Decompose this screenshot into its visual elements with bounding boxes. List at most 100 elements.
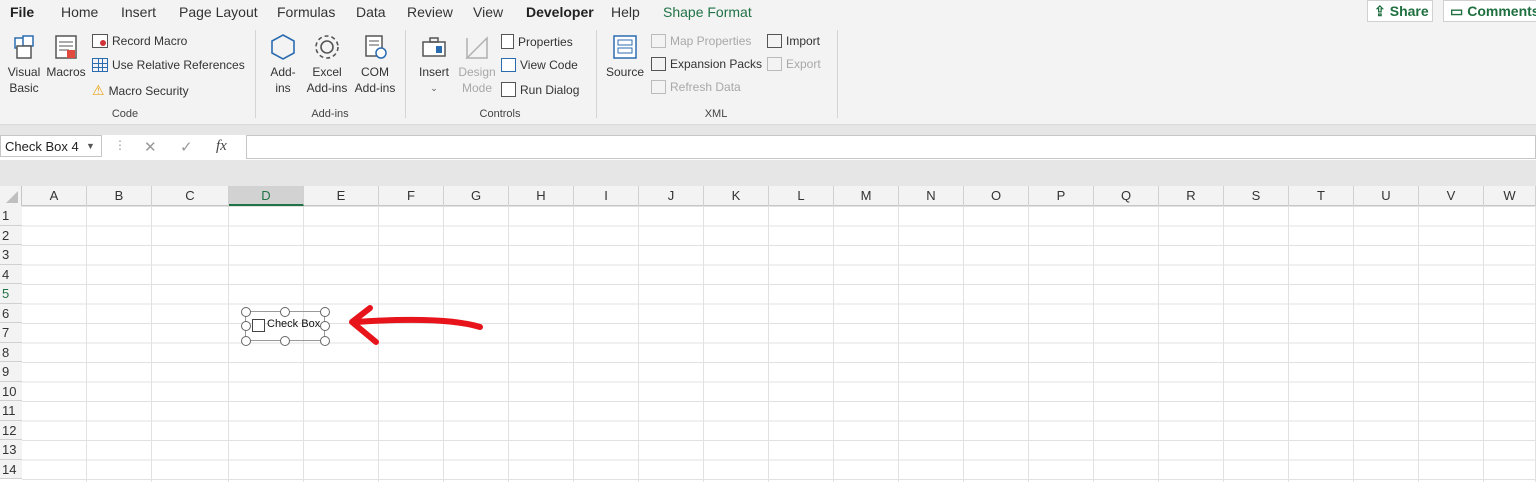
row-header-8[interactable]: 8: [0, 342, 22, 362]
share-button[interactable]: ⇪ Share: [1367, 0, 1433, 22]
more-options-icon: ⋮: [114, 138, 126, 152]
column-header-v[interactable]: V: [1419, 186, 1484, 206]
xml-group-label: XML: [704, 108, 728, 120]
refresh-data-button[interactable]: Refresh Data: [651, 80, 741, 94]
design-mode-icon: [465, 36, 488, 59]
cancel-icon[interactable]: ✕: [144, 138, 157, 156]
use-relative-references-button[interactable]: Use Relative References: [92, 58, 245, 72]
macro-security-label: Macro Security: [108, 83, 189, 98]
macros-button[interactable]: Macros: [45, 32, 87, 80]
row-header-13[interactable]: 13: [0, 440, 22, 460]
tab-insert[interactable]: Insert: [121, 4, 156, 20]
run-dialog-button[interactable]: Run Dialog: [501, 82, 579, 97]
column-header-d[interactable]: D: [229, 186, 304, 206]
toolbox-icon: [422, 37, 446, 57]
source-button[interactable]: Source: [604, 32, 646, 80]
column-header-l[interactable]: L: [769, 186, 834, 206]
tab-help[interactable]: Help: [611, 4, 640, 20]
tab-review[interactable]: Review: [407, 4, 453, 20]
row-header-3[interactable]: 3: [0, 245, 22, 265]
refresh-data-label: Refresh Data: [670, 80, 741, 94]
column-header-r[interactable]: R: [1159, 186, 1224, 206]
tab-page-layout[interactable]: Page Layout: [179, 4, 258, 20]
tab-developer[interactable]: Developer: [526, 4, 594, 27]
row-header-4[interactable]: 4: [0, 264, 22, 284]
resize-handle[interactable]: [320, 336, 330, 346]
column-header-f[interactable]: F: [379, 186, 444, 206]
resize-handle[interactable]: [241, 307, 251, 317]
column-header-o[interactable]: O: [964, 186, 1029, 206]
row-header-2[interactable]: 2: [0, 225, 22, 245]
insert-function-icon[interactable]: fx: [216, 138, 227, 155]
column-header-s[interactable]: S: [1224, 186, 1289, 206]
resize-handle[interactable]: [320, 321, 330, 331]
tab-data[interactable]: Data: [356, 4, 386, 20]
column-header-w[interactable]: W: [1484, 186, 1536, 206]
tab-view[interactable]: View: [473, 4, 503, 20]
column-gridline: [1353, 206, 1354, 482]
tab-file[interactable]: File: [10, 4, 34, 20]
column-header-m[interactable]: M: [834, 186, 899, 206]
design-mode-label: Design Mode: [458, 65, 496, 95]
row-header-11[interactable]: 11: [0, 401, 22, 421]
tab-shape-format[interactable]: Shape Format: [663, 4, 752, 20]
import-button[interactable]: Import: [767, 34, 820, 48]
design-mode-button[interactable]: Design Mode: [456, 32, 498, 96]
com-addins-button[interactable]: COM Add-ins: [352, 32, 398, 96]
row-header-12[interactable]: 12: [0, 420, 22, 440]
export-button[interactable]: Export: [767, 57, 821, 71]
resize-handle[interactable]: [280, 307, 290, 317]
column-header-i[interactable]: I: [574, 186, 639, 206]
excel-addins-button[interactable]: Excel Add-ins: [304, 32, 350, 96]
view-code-button[interactable]: View Code: [501, 58, 578, 72]
visual-basic-button[interactable]: Visual Basic: [4, 32, 44, 96]
column-header-c[interactable]: C: [152, 186, 229, 206]
select-all-corner[interactable]: [0, 186, 22, 206]
resize-handle[interactable]: [280, 336, 290, 346]
column-header-t[interactable]: T: [1289, 186, 1354, 206]
column-header-a[interactable]: A: [22, 186, 87, 206]
row-header-10[interactable]: 10: [0, 381, 22, 401]
properties-button[interactable]: Properties: [501, 34, 573, 49]
insert-control-button[interactable]: Insert ⌄: [414, 32, 454, 96]
formula-input[interactable]: [246, 135, 1536, 159]
tab-home[interactable]: Home: [61, 4, 98, 20]
column-header-k[interactable]: K: [704, 186, 769, 206]
row-header-1[interactable]: 1: [0, 206, 22, 226]
column-header-b[interactable]: B: [87, 186, 152, 206]
column-header-n[interactable]: N: [899, 186, 964, 206]
column-gridline: [1418, 206, 1419, 482]
code-group-label: Code: [111, 108, 139, 120]
column-header-u[interactable]: U: [1354, 186, 1419, 206]
row-header-5[interactable]: 5: [0, 284, 22, 304]
tab-formulas[interactable]: Formulas: [277, 4, 335, 20]
chevron-down-icon: ⌄: [430, 83, 438, 93]
record-macro-button[interactable]: Record Macro: [92, 34, 187, 48]
column-header-q[interactable]: Q: [1094, 186, 1159, 206]
gear-icon: [315, 35, 339, 59]
column-header-p[interactable]: P: [1029, 186, 1094, 206]
row-header-6[interactable]: 6: [0, 303, 22, 323]
checkbox-square[interactable]: [252, 319, 265, 332]
resize-handle[interactable]: [320, 307, 330, 317]
group-divider: [596, 30, 597, 118]
column-gridline: [303, 206, 304, 482]
resize-handle[interactable]: [241, 336, 251, 346]
column-header-e[interactable]: E: [304, 186, 379, 206]
row-header-7[interactable]: 7: [0, 323, 22, 343]
map-properties-button[interactable]: Map Properties: [651, 34, 751, 48]
map-properties-label: Map Properties: [670, 34, 752, 48]
row-header-14[interactable]: 14: [0, 459, 22, 479]
expansion-packs-button[interactable]: Expansion Packs: [651, 57, 762, 71]
row-header-9[interactable]: 9: [0, 362, 22, 382]
macros-label: Macros: [46, 65, 86, 79]
column-header-h[interactable]: H: [509, 186, 574, 206]
resize-handle[interactable]: [241, 321, 251, 331]
column-header-j[interactable]: J: [639, 186, 704, 206]
macro-security-button[interactable]: ⚠ Macro Security: [92, 82, 189, 99]
chevron-down-icon[interactable]: ▼: [86, 141, 95, 151]
comments-button[interactable]: ▭ Comments: [1443, 0, 1536, 22]
addins-button[interactable]: Add- ins: [264, 32, 302, 96]
column-header-g[interactable]: G: [444, 186, 509, 206]
enter-icon[interactable]: ✓: [180, 138, 193, 156]
